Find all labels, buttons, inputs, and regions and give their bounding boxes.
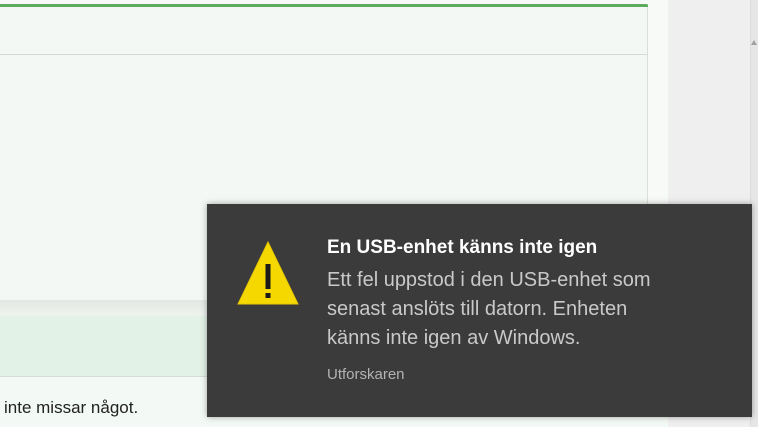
usb-notification-toast[interactable]: En USB-enhet känns inte igen Ett fel upp…	[207, 204, 752, 417]
notification-message-line: känns inte igen av Windows.	[327, 327, 581, 349]
page-body-text: inte missar något.	[4, 398, 139, 417]
notification-message-line: senast anslöts till datorn. Enheten	[327, 298, 628, 320]
notification-message-line: Ett fel uppstod i den USB-enhet som	[327, 269, 651, 291]
scroll-up-arrow-icon[interactable]	[751, 40, 757, 45]
warning-icon	[237, 240, 299, 305]
panel-header	[0, 7, 647, 55]
notification-message: Ett fel uppstod i den USB-enhet som sena…	[327, 266, 727, 353]
notification-title: En USB-enhet känns inte igen	[327, 237, 598, 258]
notification-source: Utforskaren	[327, 366, 405, 383]
